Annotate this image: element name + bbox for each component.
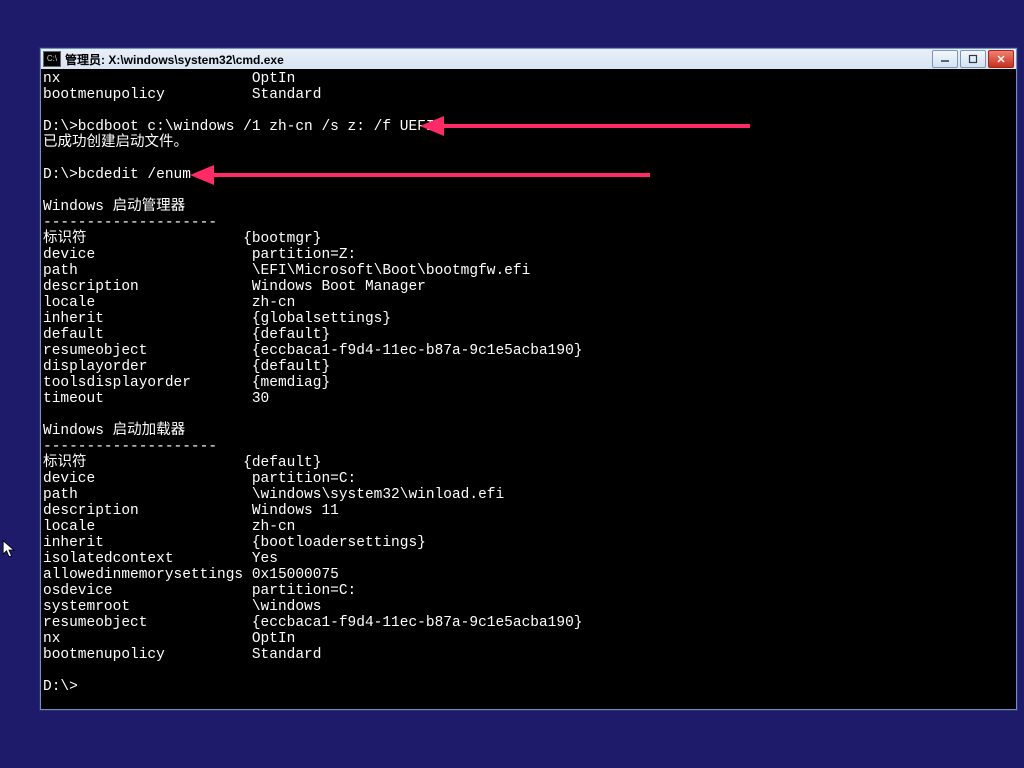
minimize-button[interactable] [932,50,958,68]
close-button[interactable] [988,50,1014,68]
mouse-cursor-icon [2,540,16,560]
desktop: C:\ 管理员: X:\windows\system32\cmd.exe nx … [0,0,1024,768]
cmd-icon: C:\ [43,51,61,67]
terminal-output[interactable]: nx OptIn bootmenupolicy Standard D:\>bcd… [41,69,1016,709]
window-controls [932,50,1014,68]
titlebar[interactable]: C:\ 管理员: X:\windows\system32\cmd.exe [41,49,1016,70]
maximize-button[interactable] [960,50,986,68]
cmd-window: C:\ 管理员: X:\windows\system32\cmd.exe nx … [40,48,1017,710]
window-title: 管理员: X:\windows\system32\cmd.exe [65,51,932,68]
